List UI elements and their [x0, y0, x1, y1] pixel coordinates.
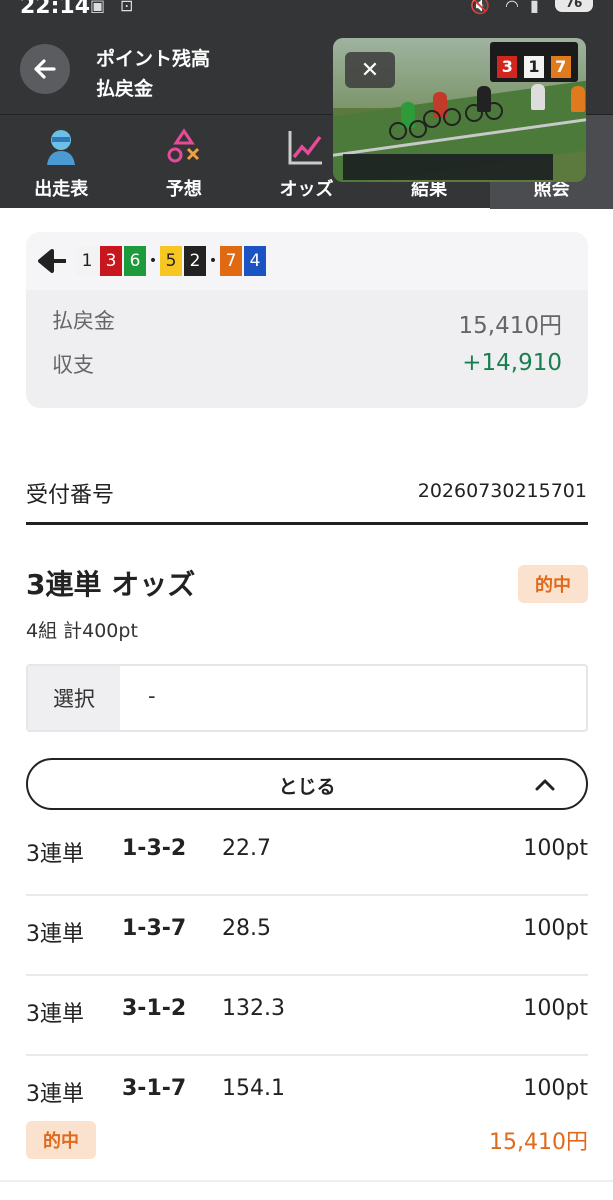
divider	[26, 522, 588, 525]
cyclist	[531, 84, 545, 110]
combination-strip: 1 3 6 • 5 2 • 7 4	[26, 232, 588, 290]
bet-amount: 100pt	[523, 916, 588, 941]
clock: 22:14	[20, 0, 91, 19]
race-result-scoreboard: 3 1 7	[490, 42, 578, 82]
screenshot-icon: ⊡	[120, 0, 134, 15]
tab-label: 予想	[165, 179, 202, 200]
post-number-chip: 1	[76, 246, 98, 276]
battery-indicator: 76	[555, 0, 593, 12]
score-first: 3	[497, 56, 518, 78]
bet-summary: 4組 計400pt	[26, 620, 138, 642]
signal-icon: ▮	[530, 0, 539, 15]
bet-odds: 22.7	[222, 836, 271, 861]
arrow-left-icon	[34, 59, 56, 79]
post-number-chip: 4	[244, 246, 266, 276]
bet-type: 3連単	[26, 922, 84, 947]
wifi-icon: ◠	[505, 0, 519, 15]
balance-label: 収支	[52, 353, 94, 377]
image-notification-icon: ▣	[90, 0, 106, 15]
bet-type: 3連単	[26, 1082, 84, 1107]
post-number-chip: 7	[220, 246, 242, 276]
bottom-navigation	[0, 1180, 613, 1200]
collapse-label: とじる	[278, 776, 336, 798]
selection-box: 選択 -	[26, 664, 588, 732]
bet-type: 3連単	[26, 1002, 84, 1027]
bet-row: 3連単 1-3-2 22.7 100pt	[26, 816, 588, 896]
mute-icon: 🔇	[470, 0, 490, 15]
post-number-chip: 2	[184, 246, 206, 276]
chevron-up-icon	[535, 779, 555, 791]
group-separator: •	[208, 253, 218, 269]
bet-combination: 3-1-2	[122, 996, 187, 1021]
post-number-chip: 6	[124, 246, 146, 276]
bet-type: 3連単	[26, 842, 84, 867]
bet-combination: 1-3-7	[122, 916, 187, 941]
group-separator: •	[148, 253, 158, 269]
person-icon	[47, 130, 76, 165]
broadcast-ticker	[343, 154, 553, 180]
score-third: 7	[550, 56, 571, 78]
tab-prediction[interactable]: 予想	[123, 115, 246, 209]
row-payout: 15,410円	[489, 1130, 588, 1155]
bet-odds: 154.1	[222, 1076, 285, 1101]
tab-race-card[interactable]: 出走表	[0, 115, 123, 209]
payout-label: 払戻金	[52, 309, 115, 333]
close-video-button[interactable]: ✕	[345, 52, 395, 88]
payout-value: 15,410円	[458, 313, 562, 339]
arrow-left-icon	[38, 249, 66, 273]
hit-badge: 的中	[518, 565, 588, 603]
post-number-chip: 5	[160, 246, 182, 276]
bet-odds: 28.5	[222, 916, 271, 941]
tab-label: 出走表	[34, 179, 89, 200]
back-button[interactable]	[20, 44, 70, 94]
page-title-line1: ポイント残高	[96, 48, 211, 70]
bet-row: 3連単 3-1-2 132.3 100pt	[26, 976, 588, 1056]
bet-amount: 100pt	[523, 1076, 588, 1101]
receipt-number-value: 20260730215701	[417, 480, 587, 502]
status-bar: 22:14 ▣ ⊡ 🔇 ◠ ▮ 76	[0, 0, 613, 22]
bet-amount: 100pt	[523, 996, 588, 1021]
bet-combination: 3-1-7	[122, 1076, 187, 1101]
chart-icon	[288, 131, 323, 165]
bet-row-winning: 3連単 3-1-7 154.1 100pt	[26, 1056, 588, 1176]
balance-value: +14,910	[462, 350, 562, 376]
score-second: 1	[523, 56, 544, 78]
bet-type-title: 3連単 オッズ	[26, 568, 196, 601]
bet-odds: 132.3	[222, 996, 285, 1021]
race-video-player[interactable]: ✕ 3 1 7	[333, 38, 586, 182]
receipt-number-label: 受付番号	[26, 483, 115, 508]
selection-label: 選択	[28, 666, 120, 730]
bet-row: 3連単 1-3-7 28.5 100pt	[26, 896, 588, 976]
collapse-button[interactable]: とじる	[26, 758, 588, 810]
page-title-line2: 払戻金	[96, 78, 154, 100]
row-hit-badge: 的中	[26, 1121, 96, 1159]
post-number-chip: 3	[100, 246, 122, 276]
bet-combination: 1-3-2	[122, 836, 187, 861]
selection-value: -	[148, 684, 156, 708]
shapes-icon	[167, 128, 199, 163]
cyclist	[571, 86, 585, 112]
bet-amount: 100pt	[523, 836, 588, 861]
